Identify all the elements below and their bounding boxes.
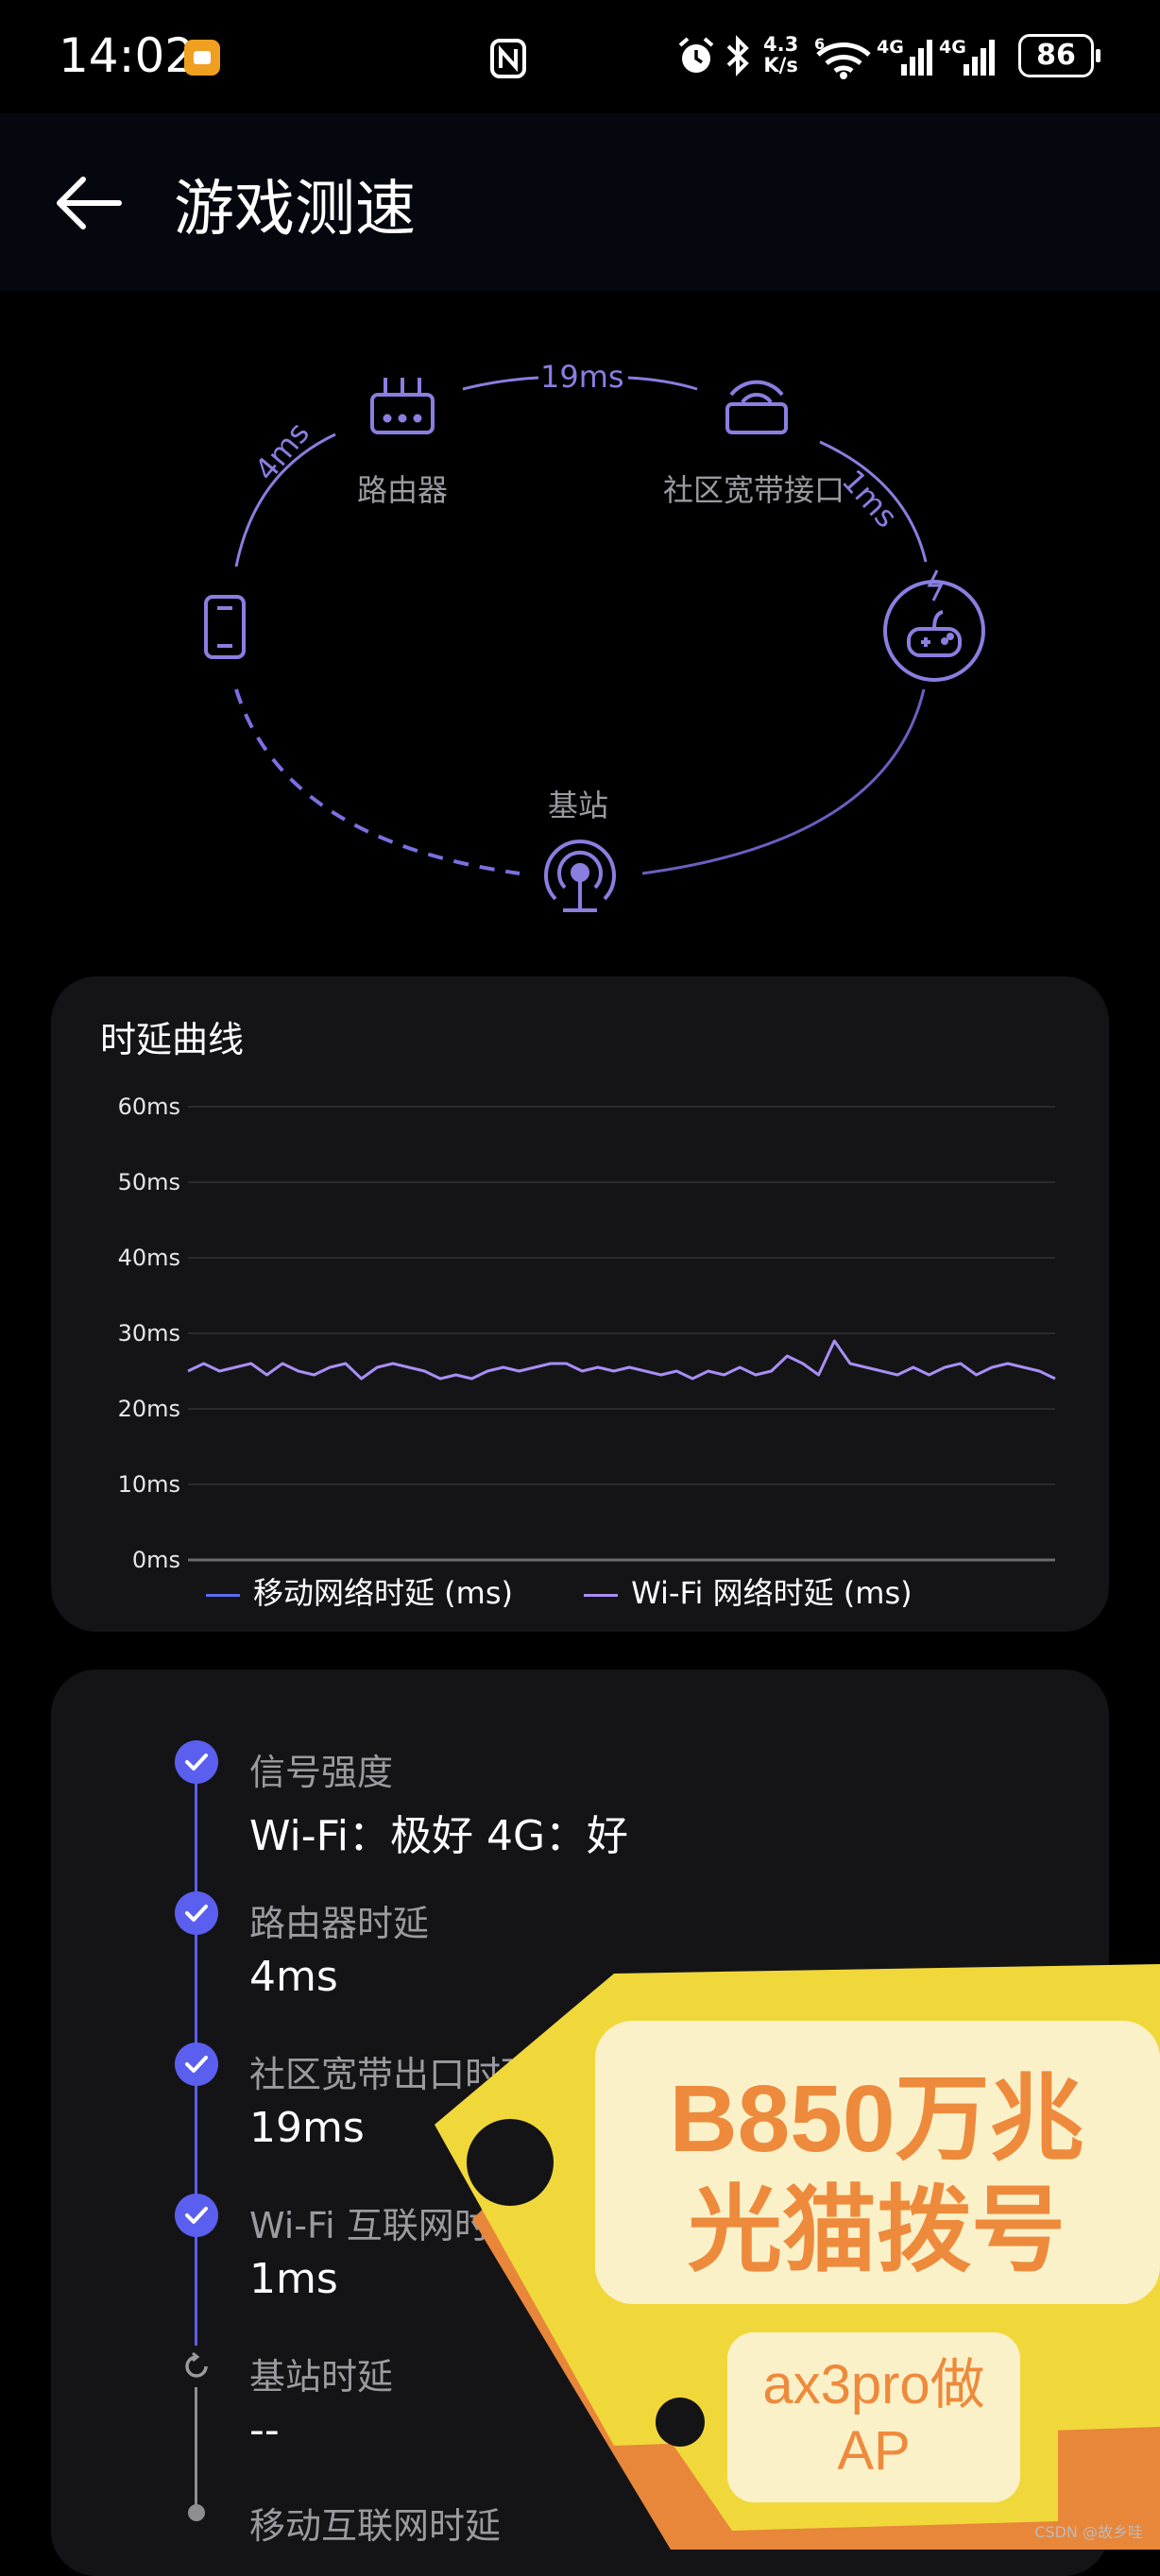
broadband-port-label: 社区宽带接口	[663, 472, 845, 508]
y-tick-label: 30ms	[118, 1320, 180, 1347]
status-time: 14:02	[59, 28, 196, 83]
alarm-icon	[676, 36, 716, 81]
sticker-small-line1: ax3pro做	[762, 2354, 984, 2415]
timeline-segment	[195, 2236, 197, 2363]
check-value: --	[249, 2406, 280, 2454]
legend-mobile-swatch	[206, 1593, 240, 1597]
network-speed-value: 4.3	[763, 33, 799, 56]
check-value: Wi-Fi：极好 4G：好	[249, 1812, 629, 1860]
y-tick-label: 50ms	[118, 1169, 180, 1195]
wifi-icon: 6	[814, 35, 873, 83]
check-value: 4ms	[249, 1953, 338, 2001]
check-label: 基站时延	[249, 2356, 394, 2398]
timeline-segment	[195, 2387, 197, 2514]
nfc-icon	[489, 38, 527, 83]
back-button[interactable]	[47, 161, 132, 246]
check-done-icon	[175, 2042, 218, 2086]
cellular-signal-1-icon: 4G	[877, 36, 935, 83]
arrow-left-icon	[57, 177, 122, 229]
network-speed-unit: K/s	[763, 54, 798, 76]
broadband-port-icon	[725, 380, 788, 434]
cellular-signal-2-icon: 4G	[939, 36, 998, 83]
base-station-icon	[544, 839, 616, 912]
y-tick-label: 0ms	[132, 1547, 180, 1573]
check-done-icon	[175, 1740, 218, 1784]
sticker-small-hole	[656, 2398, 705, 2447]
link-phone-basestation	[234, 688, 520, 875]
chart-legend: 移动网络时延 (ms) Wi-Fi 网络时延 (ms)	[206, 1569, 913, 1613]
network-topology: 路由器 社区宽带接口 基站 19ms 4ms 1ms	[0, 312, 1160, 935]
timeline-segment	[195, 2085, 197, 2212]
sim2-network-type: 4G	[939, 37, 966, 58]
check-value: 1ms	[249, 2255, 338, 2303]
base-station-label: 基站	[548, 788, 609, 823]
link-basestation-game	[641, 688, 926, 875]
legend-wifi-label: Wi-Fi 网络时延 (ms)	[631, 1575, 913, 1611]
link-router-community-left	[462, 376, 539, 391]
check-done-icon	[175, 1891, 218, 1935]
legend-mobile: 移动网络时延 (ms)	[206, 1575, 513, 1611]
y-tick-label: 40ms	[118, 1245, 180, 1271]
legend-wifi: Wi-Fi 网络时延 (ms)	[584, 1575, 913, 1611]
page-title: 游戏测速	[174, 175, 416, 245]
sticker-line2: 光猫拨号	[688, 2178, 1066, 2283]
timeline-segment	[195, 1934, 197, 2060]
pending-dot-icon	[188, 2504, 205, 2521]
phone-icon	[204, 595, 246, 659]
link-router-community-right	[627, 376, 698, 391]
app-notification-icon	[184, 40, 220, 76]
watermark: CSDN @故乡哇	[1034, 2523, 1143, 2541]
battery-level: 86	[1036, 39, 1076, 72]
timeline-segment	[195, 1783, 197, 1909]
network-speed: 4.3 K/s	[763, 34, 798, 76]
chart-title: 时延曲线	[100, 1019, 245, 1060]
router-label: 路由器	[357, 472, 449, 508]
legend-wifi-swatch	[584, 1593, 619, 1597]
legend-mobile-label: 移动网络时延 (ms)	[253, 1575, 513, 1611]
sticker-line1: B850万兆	[669, 2066, 1083, 2172]
game-server-icon	[883, 569, 985, 682]
check-value: 19ms	[249, 2104, 365, 2152]
y-tick-label: 60ms	[118, 1093, 180, 1120]
sticker-hole	[467, 2119, 554, 2206]
check-done-icon	[175, 2194, 218, 2237]
loading-icon	[176, 2346, 217, 2387]
router-community-latency: 19ms	[540, 359, 624, 395]
price-tag-sticker: B850万兆 光猫拨号 ax3pro做 AP	[435, 1964, 1160, 2550]
battery-icon: 86	[1018, 34, 1100, 77]
bluetooth-icon	[724, 34, 752, 81]
sticker-small-line2: AP	[837, 2420, 910, 2482]
y-tick-label: 10ms	[118, 1471, 180, 1498]
series-line-wifi	[187, 1339, 1056, 1381]
check-label: 信号强度	[249, 1752, 394, 1793]
y-tick-label: 20ms	[118, 1396, 180, 1422]
sim1-network-type: 4G	[877, 37, 904, 58]
router-icon	[370, 378, 435, 434]
latency-chart: 60ms 50ms 40ms 30ms 20ms 10ms 0ms	[118, 1093, 1056, 1573]
